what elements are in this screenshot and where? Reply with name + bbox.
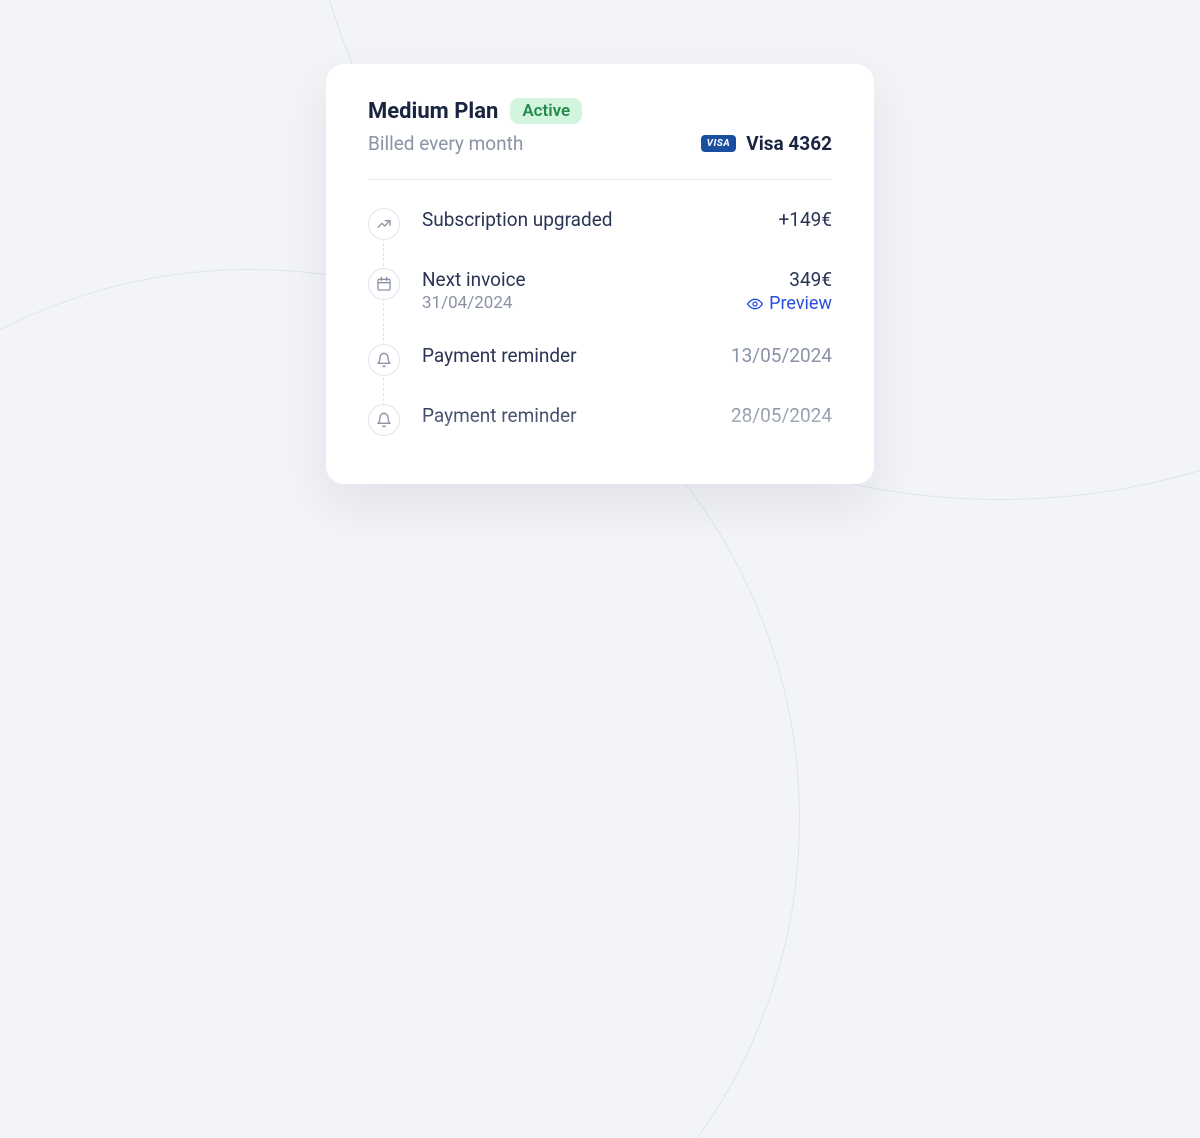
eye-icon (747, 296, 763, 312)
timeline-item-title: Payment reminder (422, 344, 577, 367)
bell-icon (368, 404, 400, 436)
plan-header: Medium Plan Active (368, 98, 832, 124)
subscription-card: Medium Plan Active Billed every month VI… (326, 64, 874, 484)
visa-icon: VISA (701, 135, 737, 152)
preview-link[interactable]: Preview (747, 293, 832, 314)
timeline-item-title: Subscription upgraded (422, 208, 613, 231)
timeline-item: Subscription upgraded +149€ (368, 208, 832, 240)
timeline-item-amount: +149€ (779, 208, 833, 231)
billing-cycle: Billed every month (368, 132, 523, 155)
payment-method[interactable]: VISA Visa 4362 (701, 132, 832, 155)
status-badge: Active (510, 98, 582, 124)
timeline-item-title: Next invoice (422, 268, 526, 291)
plan-name: Medium Plan (368, 99, 498, 124)
trend-up-icon (368, 208, 400, 240)
timeline-item-date: 31/04/2024 (422, 293, 526, 313)
preview-link-label: Preview (769, 293, 832, 314)
timeline-item-title: Payment reminder (422, 404, 577, 427)
divider (368, 179, 832, 180)
bell-icon (368, 344, 400, 376)
timeline-item: Payment reminder 13/05/2024 (368, 344, 832, 376)
calendar-icon (368, 268, 400, 300)
timeline-item: Payment reminder 28/05/2024 (368, 404, 832, 436)
timeline: Subscription upgraded +149€ Next invoice… (368, 208, 832, 436)
timeline-item: Next invoice 31/04/2024 349€ Preview (368, 268, 832, 316)
timeline-item-date: 13/05/2024 (731, 344, 832, 367)
timeline-item-amount: 349€ (747, 268, 832, 291)
card-last4-label: Visa 4362 (746, 132, 832, 155)
timeline-item-date: 28/05/2024 (731, 404, 832, 427)
billing-row: Billed every month VISA Visa 4362 (368, 132, 832, 155)
